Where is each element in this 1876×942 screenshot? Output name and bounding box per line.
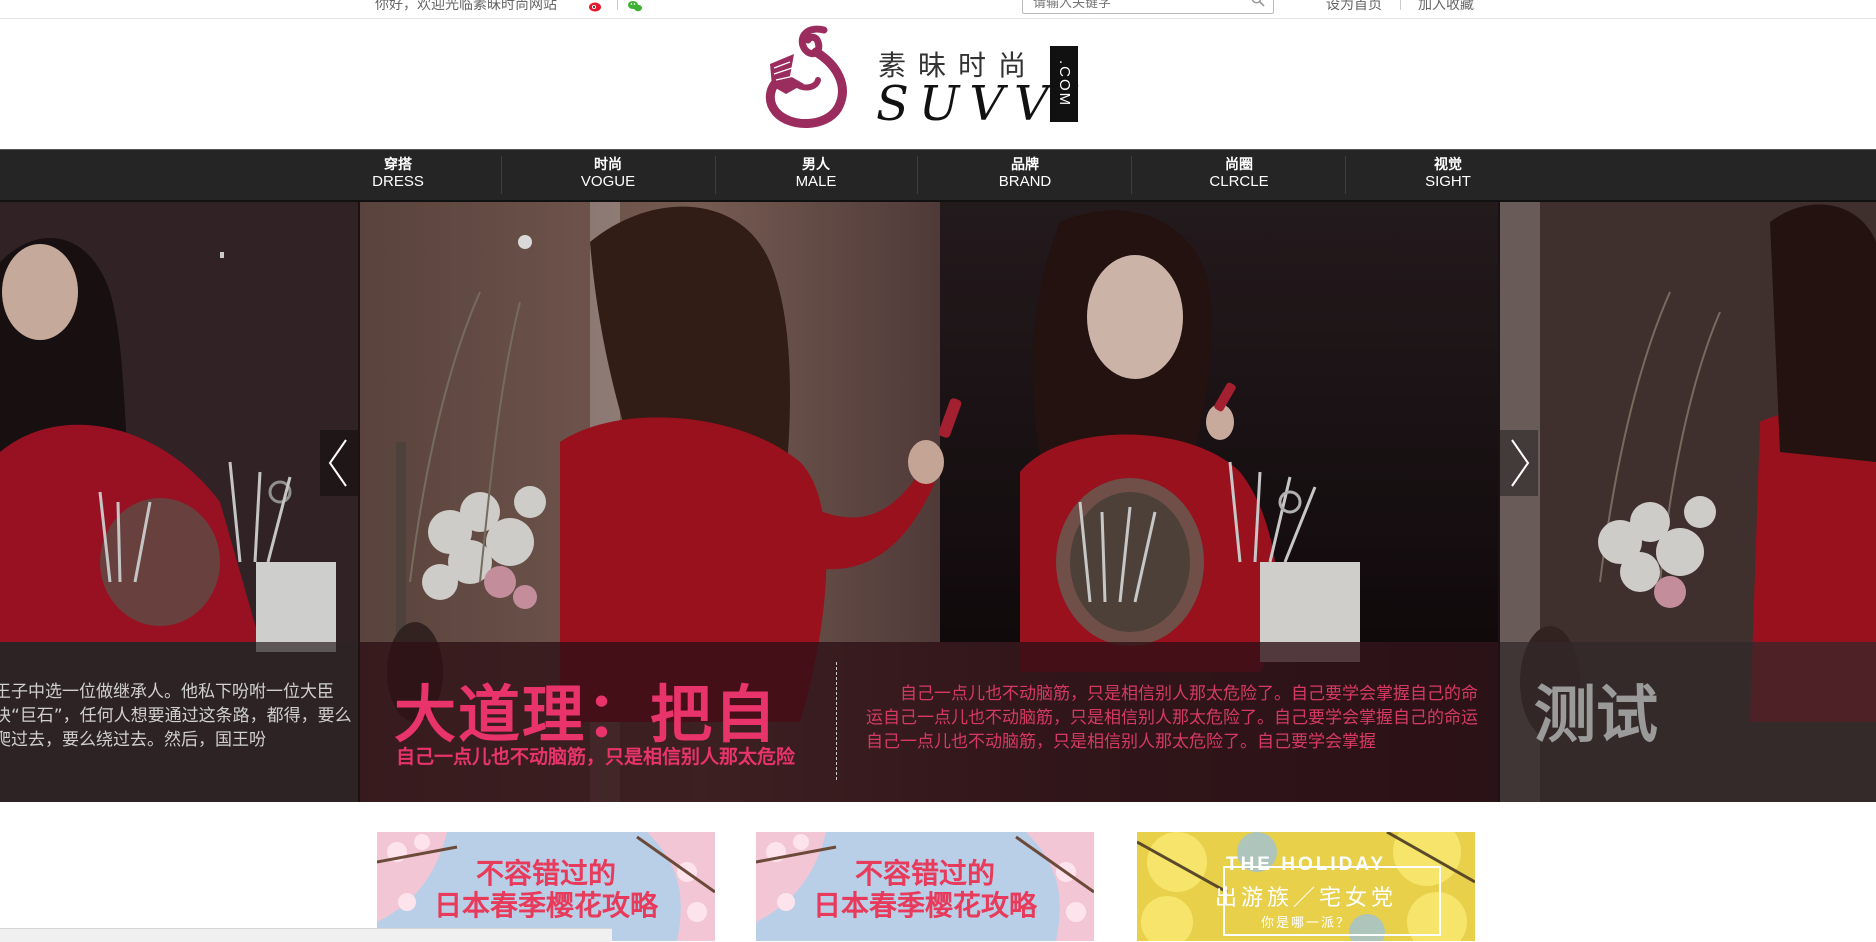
nav-label-cn: 时尚 (594, 156, 622, 172)
hero-slider: 王子中选一位做继承人。他私下吩咐一位大臣块“巨石”，任何人想要通过这条路，都得，… (0, 202, 1876, 802)
feature-thumbnail[interactable]: 不容错过的 日本春季樱花攻略 (377, 832, 715, 941)
slide-previous[interactable]: 王子中选一位做继承人。他私下吩咐一位大臣块“巨石”，任何人想要通过这条路，都得，… (0, 202, 358, 802)
slide-caption-text: 王子中选一位做继承人。他私下吩咐一位大臣块“巨石”，任何人想要通过这条路，都得，… (0, 682, 352, 750)
nav-item-dress[interactable]: 穿搭 DRESS (368, 156, 428, 194)
greeting-text: 你好，欢迎光临素昧时尚网站 (375, 0, 557, 12)
nav-divider (501, 156, 502, 194)
main-nav: 穿搭 DRESS 时尚 VOGUE 男人 MALE 品牌 BRAND 尚圈 CL… (0, 149, 1876, 202)
thumbnail-title-line2: 日本春季樱花攻略 (812, 889, 1037, 922)
nav-divider (715, 156, 716, 194)
nav-item-vogue[interactable]: 时尚 VOGUE (578, 156, 638, 194)
thumbnail-subtitle: 出游族／宅女党 (1214, 886, 1397, 911)
slide-title[interactable]: 大道理：把自 (394, 664, 778, 754)
nav-label-cn: 男人 (802, 156, 830, 172)
wechat-icon[interactable] (627, 0, 643, 12)
nav-label-cn: 穿搭 (384, 156, 412, 172)
nav-label-cn: 尚圈 (1225, 156, 1253, 172)
nav-divider (1131, 156, 1132, 194)
feature-thumbnail[interactable]: THE HOLIDAY 出游族／宅女党 你是哪一派？ (1137, 832, 1475, 941)
thumbnail-title-line2: 日本春季樱花攻略 (433, 889, 658, 922)
chevron-left-icon (328, 439, 347, 487)
site-logo[interactable]: 素昧时尚 SUVVI .COM (760, 24, 1080, 132)
chevron-right-icon (1511, 439, 1530, 487)
weibo-icon[interactable] (588, 0, 604, 12)
nav-divider (1345, 156, 1346, 194)
nav-label-en: VOGUE (580, 173, 636, 190)
slide-description: 自己一点儿也不动脑筋，只是相信别人那太危险了。自己要学会掌握自己的命运自己一点儿… (866, 684, 1478, 752)
add-favorite-link[interactable]: 加入收藏 (1418, 0, 1474, 14)
nav-label-cn: 视觉 (1434, 156, 1462, 172)
slide-subtitle: 自己一点儿也不动脑筋，只是相信别人那太危险 (396, 746, 796, 768)
divider (617, 0, 618, 10)
slider-next-button[interactable] (1500, 430, 1538, 496)
nav-item-brand[interactable]: 品牌 BRAND (994, 156, 1056, 194)
slider-prev-button[interactable] (320, 430, 358, 496)
search-box (1022, 0, 1274, 14)
nav-item-circle[interactable]: 尚圈 CLRCLE (1204, 156, 1274, 194)
set-homepage-link[interactable]: 设为首页 (1326, 0, 1382, 14)
slide-title: 测试 (1534, 678, 1659, 751)
nav-label-en: CLRCLE (1209, 173, 1269, 190)
search-icon[interactable] (1251, 0, 1265, 7)
nav-label-en: BRAND (998, 173, 1052, 190)
brand-dotcom: .COM (1050, 46, 1078, 122)
feature-thumbnail[interactable]: 不容错过的 日本春季樱花攻略 (756, 832, 1094, 941)
browser-status-bar (0, 928, 612, 942)
nav-divider (917, 156, 918, 194)
nav-label-cn: 品牌 (1011, 156, 1039, 172)
nav-item-sight[interactable]: 视觉 SIGHT (1418, 156, 1478, 194)
slide-next[interactable]: 测试 (1500, 202, 1876, 802)
thumbnail-title: THE HOLIDAY (1225, 854, 1387, 875)
search-input[interactable] (1031, 0, 1235, 13)
nav-label-en: MALE (795, 173, 837, 190)
swan-logo-icon (765, 25, 847, 128)
slide-current[interactable]: 大道理：把自 自己一点儿也不动脑筋，只是相信别人那太危险 自己一点儿也不动脑筋，… (360, 202, 1498, 802)
caption-divider (836, 662, 837, 780)
nav-label-en: SIGHT (1425, 173, 1471, 190)
nav-label-en: DRESS (372, 173, 424, 190)
thumbnail-question: 你是哪一派？ (1260, 915, 1351, 930)
divider (1400, 0, 1401, 10)
nav-item-male[interactable]: 男人 MALE (786, 156, 846, 194)
top-bar: 你好，欢迎光临素昧时尚网站 设为首页 加入收藏 (0, 0, 1876, 19)
